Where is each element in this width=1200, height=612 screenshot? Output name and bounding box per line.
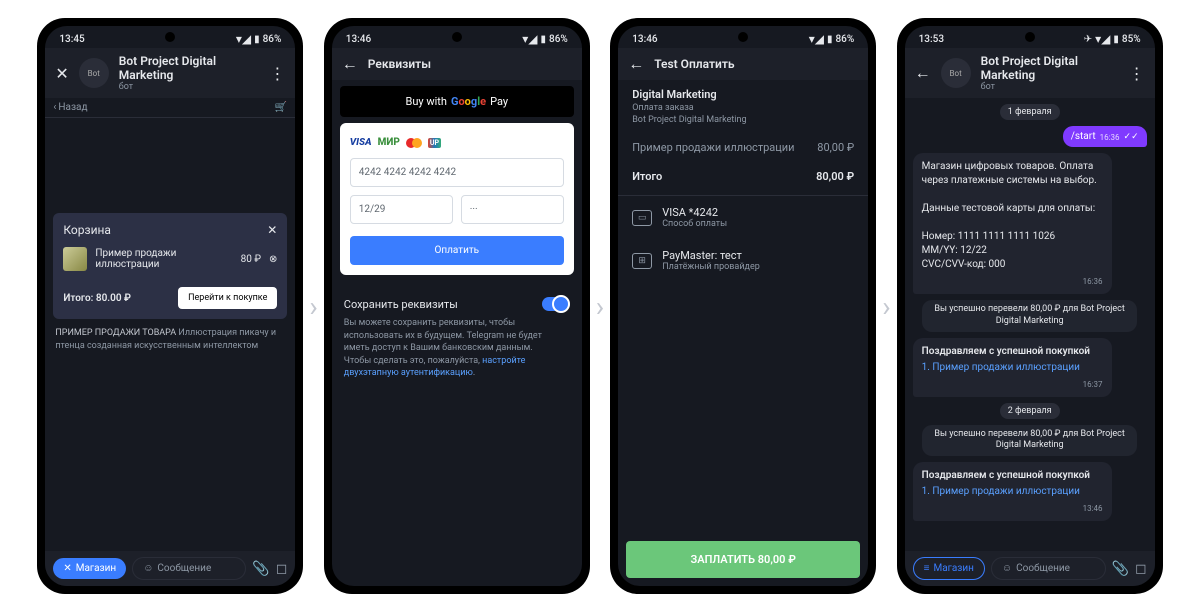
card-brand-logos: VISA МИР UP (350, 137, 564, 148)
card-icon: ▭ (632, 210, 652, 226)
chat-title: Bot Project Digital Marketing (119, 54, 260, 82)
chevron-right-icon: › (882, 290, 890, 323)
battery-icon: ▮ (827, 34, 833, 45)
chat-title: Bot Project Digital Marketing (981, 54, 1119, 82)
cart-icon[interactable]: 🛒 (275, 102, 287, 113)
battery-icon: ▮ (541, 34, 547, 45)
store-button[interactable]: ✕ Магазин (53, 558, 126, 579)
battery-icon: ▮ (254, 34, 260, 45)
save-details-label: Сохранить реквизиты (344, 298, 458, 311)
pay-button[interactable]: Оплатить (350, 236, 564, 265)
battery-pct: 86% (263, 34, 282, 45)
card-expiry-input[interactable] (350, 195, 453, 224)
gpay-button[interactable]: Buy with Google Pay (340, 86, 574, 117)
card-number-input[interactable] (350, 158, 564, 187)
card-cvc-input[interactable] (461, 195, 564, 224)
order-item-row: Пример продажи иллюстрации 80,00 ₽ (618, 133, 868, 162)
service-message: Вы успешно перевели 80,00 ₽ для Bot Proj… (922, 425, 1137, 456)
more-icon[interactable]: ⋮ (269, 64, 285, 83)
emoji-icon[interactable]: ☺ (143, 563, 153, 574)
clock: 13:53 (919, 34, 944, 45)
cart-item-price: 80 ₽ (241, 254, 261, 265)
chat-header: ✕ Bot Bot Project Digital Marketing бот … (45, 48, 295, 98)
page-title: Реквизиты (368, 57, 431, 71)
chat-header: ← Bot Bot Project Digital Marketing бот … (905, 48, 1155, 98)
telegram-icon: ✈ (1084, 34, 1092, 45)
back-icon[interactable]: ← (915, 63, 931, 83)
pay-button[interactable]: ЗАПЛАТИТЬ 80,00 ₽ (626, 541, 860, 578)
back-icon[interactable]: ← (342, 54, 358, 74)
battery-pct: 86% (549, 34, 568, 45)
product-caption: ПРИМЕР ПРОДАЖИ ТОВАРА Иллюстрация пикачу… (45, 319, 295, 360)
wifi-icon: ▾◢ (809, 32, 824, 46)
clock: 13:46 (346, 34, 371, 45)
avatar[interactable]: Bot (79, 58, 109, 88)
wifi-icon: ▾◢ (522, 32, 537, 46)
close-icon[interactable]: ✕ (55, 64, 68, 83)
page-header: ← Test Оплатить (618, 48, 868, 80)
remove-item-icon[interactable]: ⊗ (269, 254, 277, 265)
webview-bar: ‹ Назад 🛒 (45, 98, 295, 118)
order-header: Digital Marketing Оплата заказа Bot Proj… (618, 80, 868, 133)
save-details-note: Вы можете сохранить реквизиты, чтобы исп… (332, 317, 582, 380)
clock: 13:45 (59, 34, 84, 45)
cart-title: Корзина (63, 223, 111, 237)
attach-icon[interactable]: 📎 (1112, 561, 1129, 577)
outgoing-message[interactable]: /start16:36✓✓ (1063, 126, 1147, 147)
battery-pct: 86% (835, 34, 854, 45)
incoming-message[interactable]: Поздравляем с успешной покупкой 1. Приме… (913, 462, 1112, 521)
cart-panel: Корзина ✕ Пример продажи иллюстрации 80 ₽… (53, 213, 287, 319)
payment-provider-row[interactable]: ⊞ PayMaster: тест Платёжный провайдер (618, 239, 868, 282)
save-details-toggle[interactable] (542, 297, 570, 311)
date-separator: 1 февраля (1000, 104, 1060, 120)
incoming-message[interactable]: Магазин цифровых товаров. Оплата через п… (913, 153, 1112, 294)
payment-method-row[interactable]: ▭ VISA *4242 Способ оплаты (618, 196, 868, 239)
webview-back-button[interactable]: ‹ Назад (53, 102, 87, 113)
order-total-row: Итого 80,00 ₽ (618, 162, 868, 196)
message-input[interactable]: ☺Сообщение (991, 557, 1106, 580)
page-title: Test Оплатить (654, 57, 734, 71)
battery-icon: ▮ (1113, 34, 1119, 45)
back-icon[interactable]: ← (628, 54, 644, 74)
avatar[interactable]: Bot (941, 58, 971, 88)
cart-item-name: Пример продажи иллюстрации (95, 248, 232, 270)
cart-item-thumb (63, 247, 87, 271)
message-input[interactable]: ☺Сообщение (132, 557, 246, 580)
chat-body[interactable]: 1 февраля /start16:36✓✓ Магазин цифровых… (905, 98, 1155, 551)
service-message: Вы успешно перевели 80,00 ₽ для Bot Proj… (922, 300, 1137, 331)
clock: 13:46 (632, 34, 657, 45)
store-button[interactable]: ≡ Магазин (913, 557, 985, 580)
chevron-right-icon: › (596, 290, 604, 323)
attach-icon[interactable]: 📎 (252, 561, 269, 577)
camera-icon[interactable]: ◻ (276, 561, 288, 577)
checkout-button[interactable]: Перейти к покупке (178, 287, 277, 309)
input-bar: ✕ Магазин ☺Сообщение 📎 ◻ (45, 551, 295, 586)
camera-icon[interactable]: ◻ (1135, 561, 1147, 577)
date-separator: 2 февраля (1000, 403, 1060, 419)
chat-subtitle: бот (119, 82, 260, 92)
emoji-icon[interactable]: ☺ (1002, 563, 1012, 574)
battery-pct: 85% (1122, 34, 1141, 45)
wifi-icon: ▾◢ (236, 32, 251, 46)
more-icon[interactable]: ⋮ (1129, 64, 1145, 83)
provider-icon: ⊞ (632, 253, 652, 269)
input-bar: ≡ Магазин ☺Сообщение 📎 ◻ (905, 551, 1155, 586)
chevron-right-icon: › (309, 290, 317, 323)
card-form: VISA МИР UP Оплатить (340, 123, 574, 275)
chat-subtitle: бот (981, 82, 1119, 92)
incoming-message[interactable]: Поздравляем с успешной покупкой 1. Приме… (913, 338, 1112, 397)
read-icon: ✓✓ (1124, 132, 1139, 142)
close-icon[interactable]: ✕ (267, 223, 277, 237)
page-header: ← Реквизиты (332, 48, 582, 80)
wifi-icon: ▾◢ (1095, 32, 1110, 46)
cart-total: Итого: 80.00 ₽ (63, 293, 131, 304)
